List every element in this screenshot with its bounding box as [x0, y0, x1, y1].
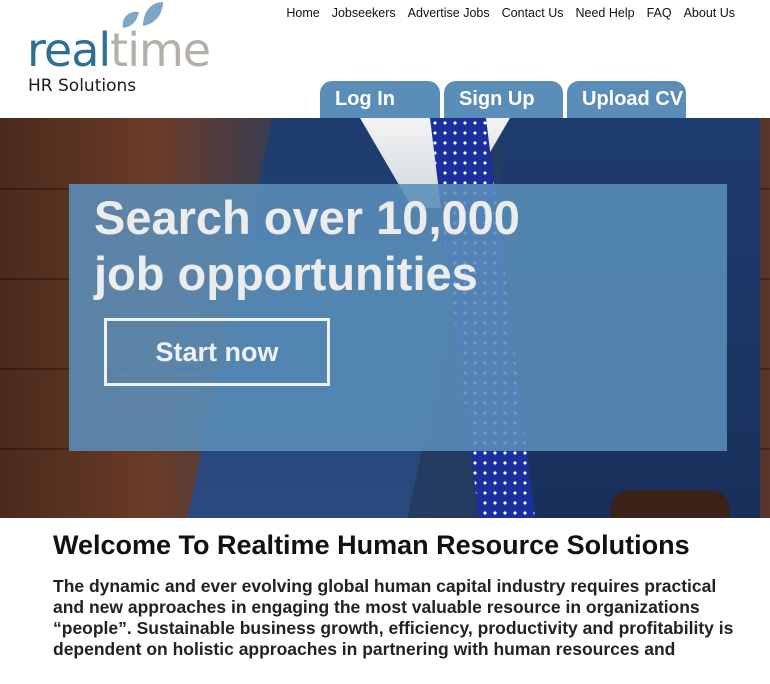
- logo-wordmark: realtime: [27, 22, 211, 78]
- intro-paragraph: The dynamic and ever evolving global hum…: [53, 576, 734, 659]
- login-tab[interactable]: Log In: [320, 81, 440, 118]
- logo-part-real: real: [27, 23, 111, 77]
- signup-tab[interactable]: Sign Up: [444, 81, 563, 118]
- logo-tagline: HR Solutions: [28, 76, 137, 96]
- nav-home[interactable]: Home: [286, 6, 319, 20]
- nav-need-help[interactable]: Need Help: [575, 6, 634, 20]
- hero-headline-line2: job opportunities: [94, 247, 478, 300]
- nav-advertise-jobs[interactable]: Advertise Jobs: [408, 6, 490, 20]
- logo-part-time: time: [110, 23, 211, 77]
- nav-faq[interactable]: FAQ: [647, 6, 672, 20]
- nav-contact-us[interactable]: Contact Us: [502, 6, 564, 20]
- hero-overlay-panel: Search over 10,000 job opportunities Sta…: [69, 184, 727, 451]
- nav-jobseekers[interactable]: Jobseekers: [332, 6, 396, 20]
- hero-photo-hand: [610, 490, 730, 518]
- top-navigation: Home Jobseekers Advertise Jobs Contact U…: [286, 6, 735, 20]
- main-content: Welcome To Realtime Human Resource Solut…: [53, 528, 743, 660]
- hero-banner: Search over 10,000 job opportunities Sta…: [0, 118, 770, 518]
- nav-about-us[interactable]: About Us: [684, 6, 735, 20]
- site-header: realtime HR Solutions Home Jobseekers Ad…: [0, 0, 770, 118]
- hero-headline-line1: Search over 10,000: [94, 191, 520, 244]
- upload-cv-tab[interactable]: Upload CV: [567, 81, 686, 118]
- hero-headline: Search over 10,000 job opportunities: [94, 190, 520, 302]
- account-tabs: Log In Sign Up Upload CV: [320, 81, 686, 118]
- start-now-button[interactable]: Start now: [104, 318, 330, 386]
- site-logo[interactable]: realtime HR Solutions: [27, 0, 227, 100]
- welcome-heading: Welcome To Realtime Human Resource Solut…: [53, 530, 690, 560]
